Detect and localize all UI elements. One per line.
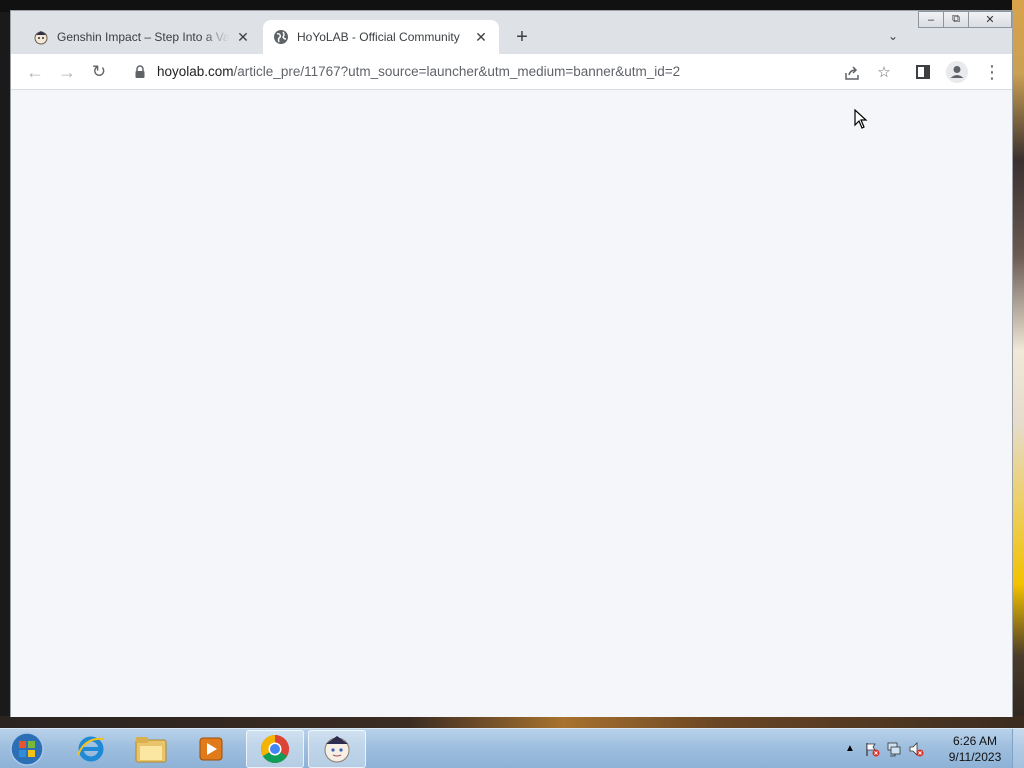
browser-toolbar: ← → ↻ hoyolab.com/article_pre/11767?utm_… [11, 54, 1012, 90]
windows-taskbar: ▲ 6:26 AM 9/11/2023 [0, 728, 1024, 768]
show-desktop-button[interactable] [1012, 729, 1024, 768]
new-tab-button[interactable]: + [511, 26, 533, 48]
tab-title: Genshin Impact – Step Into a Vast [57, 30, 229, 44]
taskbar-windows-explorer[interactable] [122, 730, 180, 768]
bookmark-star-icon[interactable]: ☆ [875, 64, 893, 82]
tab-hoyolab[interactable]: HoYoLAB - Official Community ✕ [263, 20, 499, 54]
system-tray: ▲ [842, 739, 924, 759]
page-content-area[interactable] [11, 90, 1012, 717]
taskbar-chrome[interactable] [246, 730, 304, 768]
clock-date: 9/11/2023 [948, 750, 1002, 764]
show-hidden-icons-icon[interactable]: ▲ [842, 741, 858, 757]
url-domain: hoyolab.com [157, 64, 234, 79]
genshin-paimon-icon [34, 31, 48, 45]
taskbar-clock[interactable]: 6:26 AM 9/11/2023 [940, 733, 1010, 765]
genshin-launcher-icon [324, 736, 350, 763]
tab-search-button[interactable]: ⌄ [884, 29, 902, 47]
taskbar-internet-explorer[interactable] [62, 730, 120, 768]
plus-icon: + [516, 26, 528, 48]
share-icon[interactable] [843, 64, 861, 82]
globe-icon [274, 30, 288, 44]
action-center-flag-icon[interactable] [864, 741, 880, 757]
arrow-left-icon: ← [26, 62, 44, 82]
taskbar-genshin-launcher[interactable] [308, 730, 366, 768]
tab-genshin-impact[interactable]: Genshin Impact – Step Into a Vast ✕ [23, 20, 261, 54]
arrow-right-icon: → [58, 62, 76, 82]
profile-avatar-icon[interactable] [946, 61, 968, 83]
windows-explorer-icon [135, 737, 167, 763]
windows-start-button[interactable] [8, 731, 46, 767]
desktop-wallpaper-right [1012, 0, 1024, 730]
tab-title: HoYoLAB - Official Community [297, 30, 460, 44]
tab-strip: Genshin Impact – Step Into a Vast ✕ HoYo… [11, 20, 1012, 54]
reload-icon: ↻ [91, 62, 107, 81]
side-panel-icon[interactable] [916, 65, 930, 79]
url-text[interactable]: hoyolab.com/article_pre/11767?utm_source… [157, 64, 680, 79]
url-path: /article_pre/11767?utm_source=launcher&u… [233, 64, 681, 79]
close-tab-icon[interactable]: ✕ [473, 29, 489, 45]
forward-button[interactable]: → [55, 60, 79, 84]
internet-explorer-icon [77, 736, 105, 762]
close-tab-icon[interactable]: ✕ [235, 29, 251, 45]
reload-button[interactable]: ↻ [87, 60, 111, 84]
back-button[interactable]: ← [23, 60, 47, 84]
clock-time: 6:26 AM [952, 734, 998, 748]
more-menu-icon[interactable]: ⋮ [983, 60, 1001, 84]
lock-icon [135, 65, 145, 78]
chevron-down-icon: ⌄ [887, 29, 899, 43]
media-player-icon [199, 737, 223, 761]
address-bar[interactable]: hoyolab.com/article_pre/11767?utm_source… [121, 58, 901, 86]
network-icon[interactable] [886, 741, 902, 757]
mouse-cursor-icon [854, 109, 868, 129]
volume-muted-icon[interactable] [908, 741, 924, 757]
taskbar-media-player[interactable] [182, 730, 240, 768]
chrome-icon [261, 735, 289, 763]
